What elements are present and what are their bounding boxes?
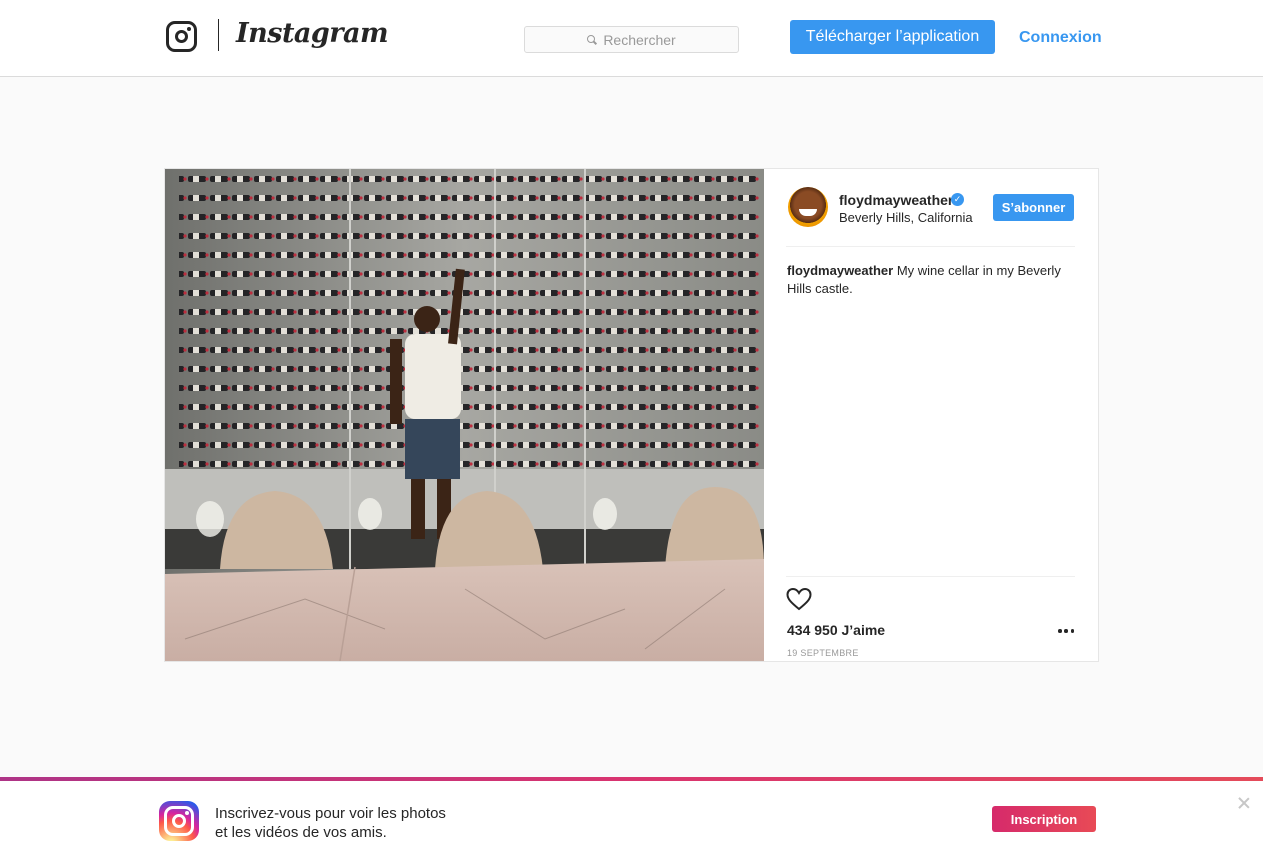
wine-cellar-image	[165, 169, 764, 661]
post-username-link[interactable]: floydmayweather	[839, 192, 953, 208]
user-avatar[interactable]	[788, 187, 828, 227]
top-navigation-bar: Instagram Rechercher Télécharger l’appli…	[0, 0, 1263, 77]
instagram-camera-icon[interactable]	[166, 21, 197, 52]
post-caption: floydmayweather My wine cellar in my Bev…	[787, 262, 1083, 298]
close-icon[interactable]	[1237, 796, 1251, 810]
post-sidebar: floydmayweather ✓ Beverly Hills, Califor…	[764, 169, 1098, 661]
actions-divider	[786, 576, 1075, 577]
header-divider	[786, 246, 1075, 247]
post-photo[interactable]	[165, 169, 764, 661]
like-heart-icon[interactable]	[786, 587, 812, 611]
search-input[interactable]: Rechercher	[524, 26, 739, 53]
more-options-icon[interactable]	[1058, 628, 1074, 634]
instagram-wordmark-logo[interactable]: Instagram	[236, 18, 389, 49]
login-link[interactable]: Connexion	[1019, 29, 1102, 47]
verified-badge-icon: ✓	[951, 193, 964, 206]
instagram-app-icon	[159, 801, 199, 841]
banner-gradient-strip	[0, 777, 1263, 781]
search-placeholder: Rechercher	[603, 31, 676, 48]
signup-banner: Inscrivez-vous pour voir les photos et l…	[0, 777, 1263, 842]
signup-button[interactable]: Inscription	[992, 806, 1096, 832]
banner-message: Inscrivez-vous pour voir les photos et l…	[215, 804, 475, 842]
banner-message-line-1: Inscrivez-vous pour voir les photos	[215, 805, 446, 822]
search-icon	[587, 34, 597, 45]
post-location-link[interactable]: Beverly Hills, California	[839, 210, 974, 225]
post-date[interactable]: 19 SEPTEMBRE	[787, 648, 859, 658]
logo-divider	[218, 19, 219, 51]
banner-message-line-2: et les vidéos de vos amis.	[215, 824, 387, 841]
download-app-button[interactable]: Télécharger l’application	[790, 20, 995, 54]
post-card: floydmayweather ✓ Beverly Hills, Califor…	[164, 168, 1099, 662]
follow-button[interactable]: S’abonner	[993, 194, 1074, 221]
likes-count[interactable]: 434 950 J’aime	[787, 622, 885, 638]
caption-author-link[interactable]: floydmayweather	[787, 263, 893, 278]
